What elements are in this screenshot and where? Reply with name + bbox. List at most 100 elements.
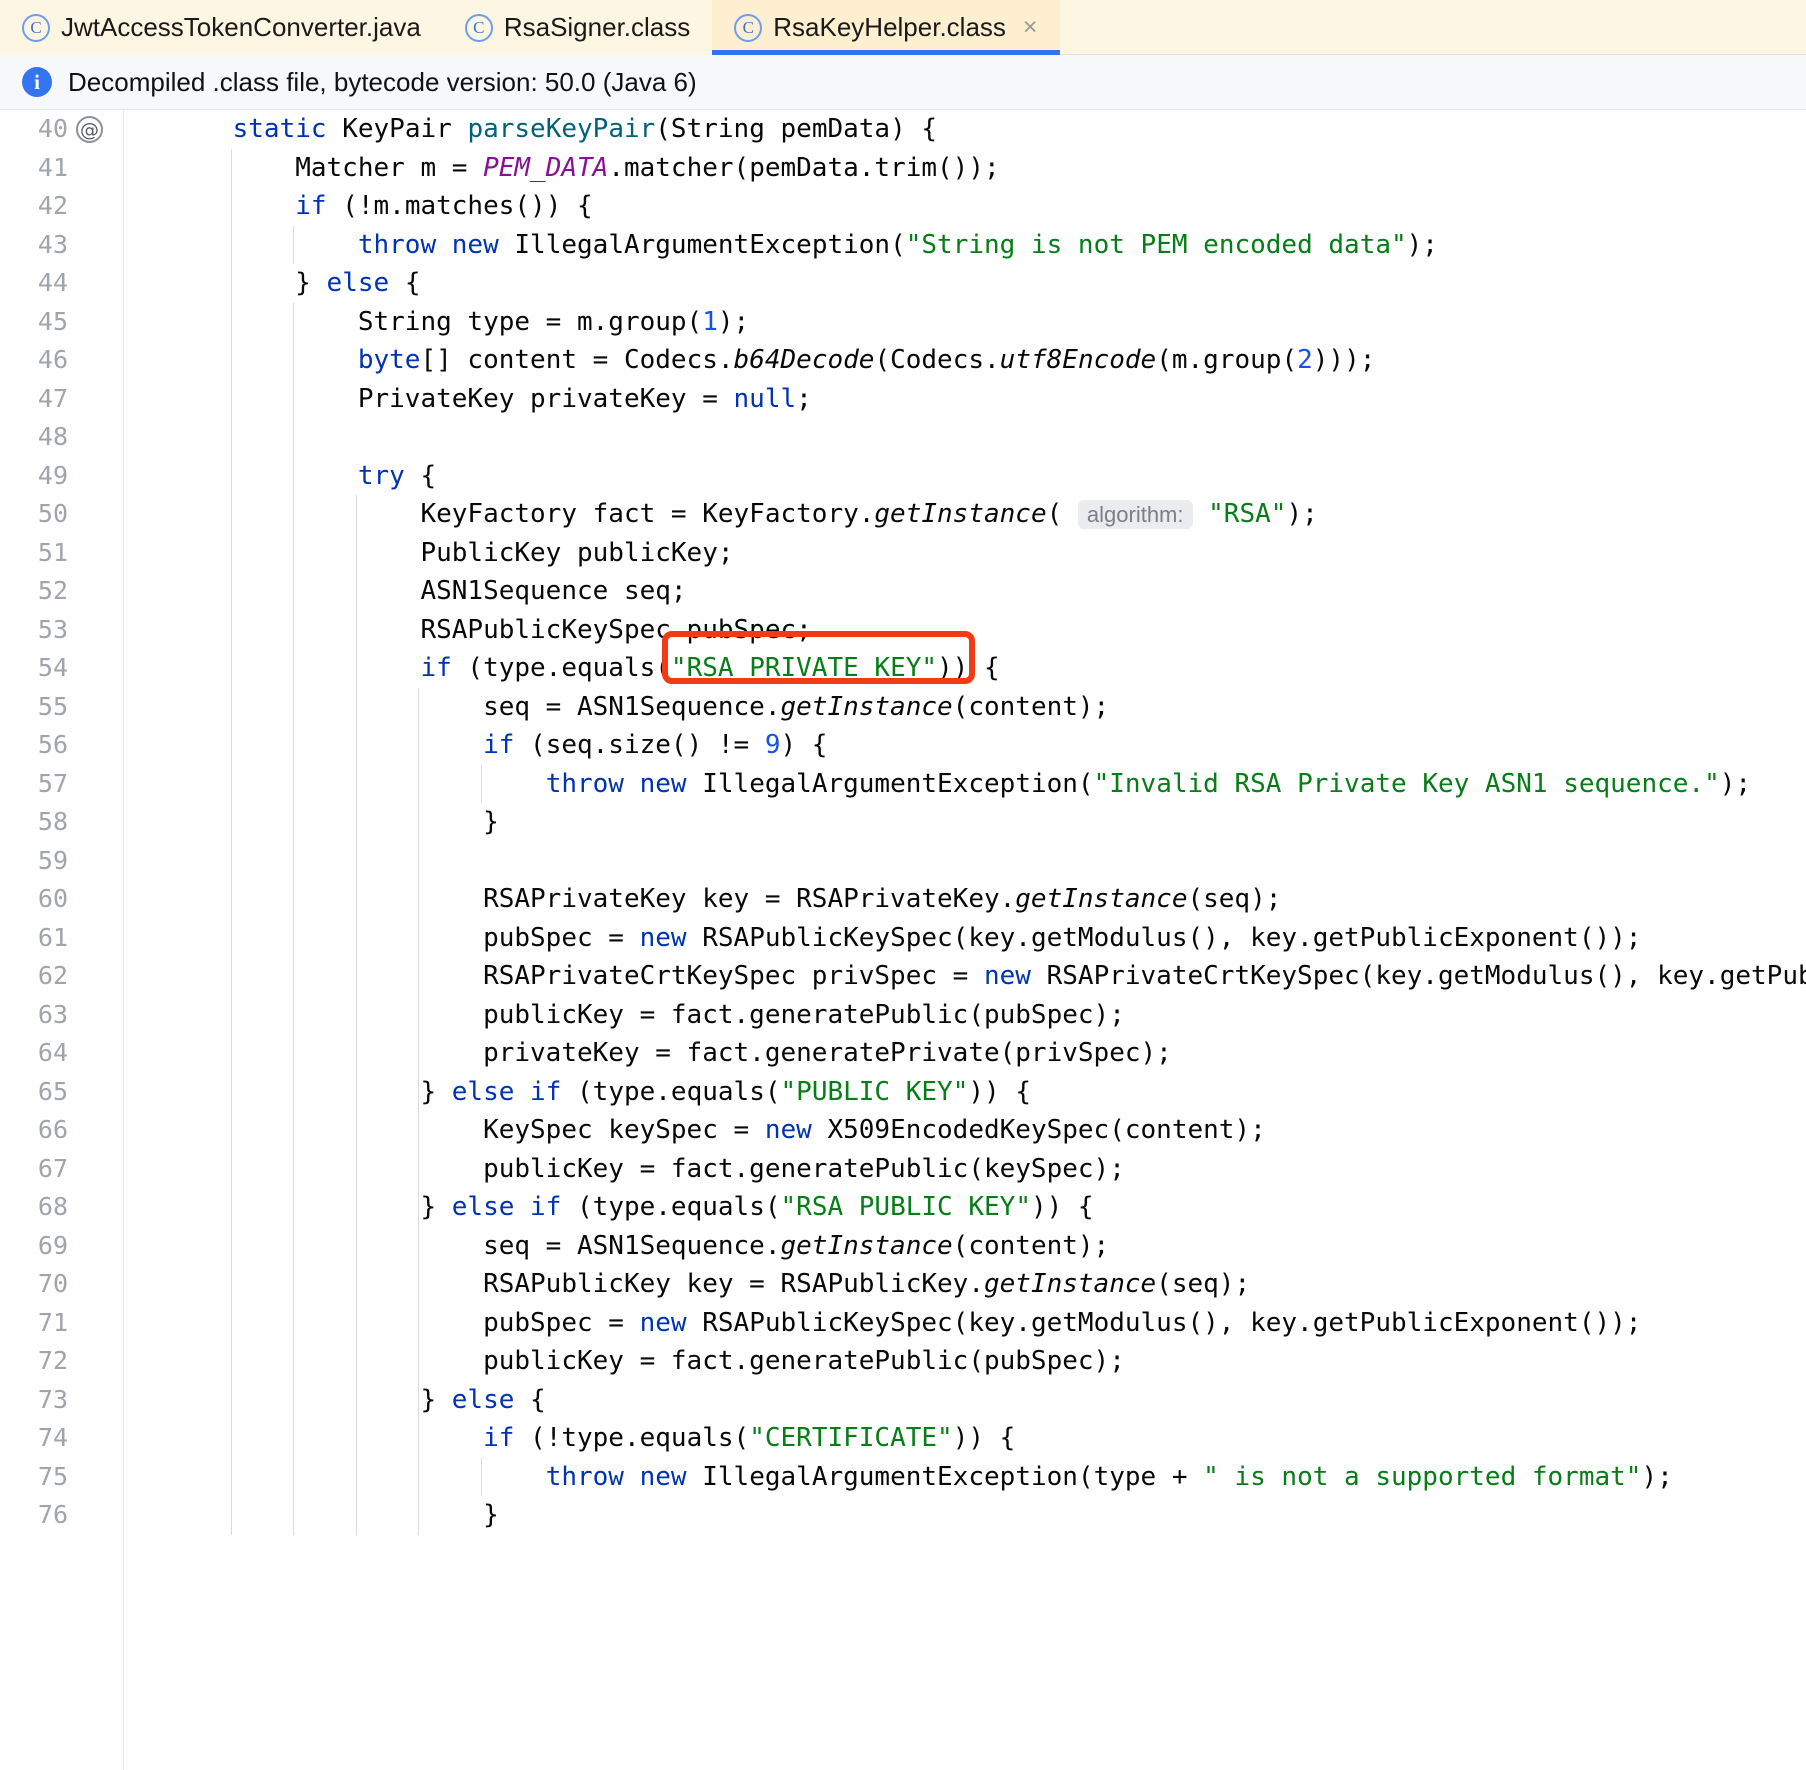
code-line[interactable]: 76 } — [0, 1496, 1806, 1535]
code-editor[interactable]: 40 @ static KeyPair parseKeyPair(String p… — [0, 110, 1806, 1770]
line-number: 72 — [37, 1346, 68, 1375]
code-text[interactable]: publicKey = fact.generatePublic(pubSpec)… — [124, 996, 1806, 1035]
java-class-icon: C — [734, 13, 763, 42]
code-line[interactable]: 74 if (!type.equals("CERTIFICATE")) { — [0, 1419, 1806, 1458]
code-line[interactable]: 71 pubSpec = new RSAPublicKeySpec(key.ge… — [0, 1304, 1806, 1343]
code-line[interactable]: 75 throw new IllegalArgumentException(ty… — [0, 1458, 1806, 1497]
code-text[interactable]: throw new IllegalArgumentException(type … — [124, 1458, 1806, 1497]
tab-JwtAccessTokenConverter-java[interactable]: C JwtAccessTokenConverter.java — [0, 0, 443, 55]
code-line[interactable]: 45 String type = m.group(1); — [0, 303, 1806, 342]
code-line[interactable]: 46 byte[] content = Codecs.b64Decode(Cod… — [0, 341, 1806, 380]
code-line[interactable]: 62 RSAPrivateCrtKeySpec privSpec = new R… — [0, 957, 1806, 996]
code-text[interactable]: seq = ASN1Sequence.getInstance(content); — [124, 1227, 1806, 1266]
code-text[interactable]: if (type.equals("RSA PRIVATE KEY")) { — [124, 649, 1806, 688]
code-line[interactable]: 73 } else { — [0, 1381, 1806, 1420]
code-line[interactable]: 66 KeySpec keySpec = new X509EncodedKeyS… — [0, 1111, 1806, 1150]
code-line[interactable]: 51 PublicKey publicKey; — [0, 534, 1806, 573]
code-lines[interactable]: 40 @ static KeyPair parseKeyPair(String p… — [0, 110, 1806, 1535]
code-text[interactable]: static KeyPair parseKeyPair(String pemDa… — [124, 110, 1806, 149]
line-number: 65 — [37, 1076, 68, 1106]
line-number: 52 — [37, 576, 68, 605]
code-line[interactable]: 50 KeyFactory fact = KeyFactory.getInsta… — [0, 495, 1806, 534]
indent-guide — [480, 1457, 482, 1496]
code-line[interactable]: 41 Matcher m = PEM_DATA.matcher(pemData.… — [0, 149, 1806, 188]
java-class-icon: C — [22, 13, 50, 42]
code-text[interactable]: } else if (type.equals("PUBLIC KEY")) { — [124, 1073, 1806, 1112]
code-line[interactable]: 64 privateKey = fact.generatePrivate(pri… — [0, 1034, 1806, 1073]
code-line[interactable]: 68 } else if (type.equals("RSA PUBLIC KE… — [0, 1188, 1806, 1227]
line-number: 51 — [37, 537, 68, 567]
code-text[interactable]: publicKey = fact.generatePublic(pubSpec)… — [124, 1342, 1806, 1381]
code-text[interactable]: publicKey = fact.generatePublic(keySpec)… — [124, 1150, 1806, 1189]
code-line[interactable]: 43 throw new IllegalArgumentException("S… — [0, 226, 1806, 265]
code-line[interactable]: 56 if (seq.size() != 9) { — [0, 726, 1806, 765]
code-text[interactable]: } — [124, 1496, 1806, 1535]
close-icon[interactable]: × — [1023, 15, 1038, 40]
line-number: 60 — [37, 884, 68, 913]
code-text[interactable]: } else { — [124, 1381, 1806, 1420]
code-text[interactable]: RSAPublicKeySpec pubSpec; — [124, 611, 1806, 650]
code-text[interactable]: RSAPrivateCrtKeySpec privSpec = new RSAP… — [124, 957, 1806, 996]
code-line[interactable]: 70 RSAPublicKey key = RSAPublicKey.getIn… — [0, 1265, 1806, 1304]
code-text[interactable]: seq = ASN1Sequence.getInstance(content); — [124, 688, 1806, 727]
code-line[interactable]: 69 seq = ASN1Sequence.getInstance(conten… — [0, 1227, 1806, 1266]
indent-guide — [355, 495, 357, 1535]
code-line[interactable]: 60 RSAPrivateKey key = RSAPrivateKey.get… — [0, 880, 1806, 919]
code-line[interactable]: 52 ASN1Sequence seq; — [0, 572, 1806, 611]
code-text[interactable]: String type = m.group(1); — [124, 303, 1806, 342]
code-text[interactable]: if (!type.equals("CERTIFICATE")) { — [124, 1419, 1806, 1458]
code-text[interactable]: throw new IllegalArgumentException("Inva… — [124, 765, 1806, 804]
code-line[interactable]: 59 — [0, 842, 1806, 881]
code-line[interactable]: 54 if (type.equals("RSA PRIVATE KEY")) { — [0, 649, 1806, 688]
line-number: 46 — [37, 345, 68, 374]
code-line[interactable]: 72 publicKey = fact.generatePublic(pubSp… — [0, 1342, 1806, 1381]
code-line[interactable]: 57 throw new IllegalArgumentException("I… — [0, 765, 1806, 804]
code-text[interactable]: KeyFactory fact = KeyFactory.getInstance… — [124, 495, 1806, 535]
code-line[interactable]: 48 — [0, 418, 1806, 457]
indent-guide — [230, 148, 232, 1535]
code-line[interactable]: 53 RSAPublicKeySpec pubSpec; — [0, 611, 1806, 650]
code-text[interactable]: } else { — [124, 264, 1806, 303]
code-text[interactable]: if (seq.size() != 9) { — [124, 726, 1806, 765]
code-line[interactable]: 42 if (!m.matches()) { — [0, 187, 1806, 226]
code-text[interactable]: } else if (type.equals("RSA PUBLIC KEY")… — [124, 1188, 1806, 1227]
line-number: 67 — [37, 1153, 68, 1183]
code-line[interactable]: 47 PrivateKey privateKey = null; — [0, 380, 1806, 419]
code-line[interactable]: 55 seq = ASN1Sequence.getInstance(conten… — [0, 688, 1806, 727]
code-text[interactable]: } — [124, 803, 1806, 842]
code-text[interactable]: PrivateKey privateKey = null; — [124, 380, 1806, 419]
indent-guide — [418, 687, 420, 1535]
code-text[interactable]: pubSpec = new RSAPublicKeySpec(key.getMo… — [124, 1304, 1806, 1343]
override-method-marker-icon[interactable]: @ — [76, 116, 103, 143]
code-line[interactable]: 58 } — [0, 803, 1806, 842]
code-text[interactable]: if (!m.matches()) { — [124, 187, 1806, 226]
indent-guide — [480, 764, 482, 803]
code-line[interactable]: 44 } else { — [0, 264, 1806, 303]
code-line[interactable]: 67 publicKey = fact.generatePublic(keySp… — [0, 1150, 1806, 1189]
code-text[interactable]: privateKey = fact.generatePrivate(privSp… — [124, 1034, 1806, 1073]
decompiled-notification-bar: i Decompiled .class file, bytecode versi… — [0, 55, 1806, 110]
code-text[interactable]: byte[] content = Codecs.b64Decode(Codecs… — [124, 341, 1806, 380]
tab-RsaSigner-class[interactable]: C RsaSigner.class — [442, 0, 713, 55]
line-number: 70 — [37, 1269, 68, 1298]
tab-RsaKeyHelper-class[interactable]: C RsaKeyHelper.class × — [712, 0, 1060, 55]
code-line[interactable]: 40 @ static KeyPair parseKeyPair(String p… — [0, 110, 1806, 149]
code-text[interactable]: RSAPublicKey key = RSAPublicKey.getInsta… — [124, 1265, 1806, 1304]
code-text[interactable]: RSAPrivateKey key = RSAPrivateKey.getIns… — [124, 880, 1806, 919]
code-text[interactable]: try { — [124, 457, 1806, 496]
tab-label: RsaKeyHelper.class — [773, 12, 1006, 42]
code-text[interactable]: throw new IllegalArgumentException("Stri… — [124, 226, 1806, 265]
line-number: 62 — [37, 961, 68, 990]
code-line[interactable]: 63 publicKey = fact.generatePublic(pubSp… — [0, 996, 1806, 1035]
code-line[interactable]: 61 pubSpec = new RSAPublicKeySpec(key.ge… — [0, 919, 1806, 958]
code-line[interactable]: 49 try { — [0, 457, 1806, 496]
code-text[interactable]: KeySpec keySpec = new X509EncodedKeySpec… — [124, 1111, 1806, 1150]
code-text[interactable]: PublicKey publicKey; — [124, 534, 1806, 573]
code-text[interactable]: pubSpec = new RSAPublicKeySpec(key.getMo… — [124, 919, 1806, 958]
java-class-icon: C — [464, 13, 493, 42]
code-text[interactable]: ASN1Sequence seq; — [124, 572, 1806, 611]
info-icon: i — [22, 67, 52, 97]
code-text[interactable]: Matcher m = PEM_DATA.matcher(pemData.tri… — [124, 149, 1806, 188]
line-number: 55 — [37, 691, 68, 721]
code-line[interactable]: 65 } else if (type.equals("PUBLIC KEY"))… — [0, 1073, 1806, 1112]
